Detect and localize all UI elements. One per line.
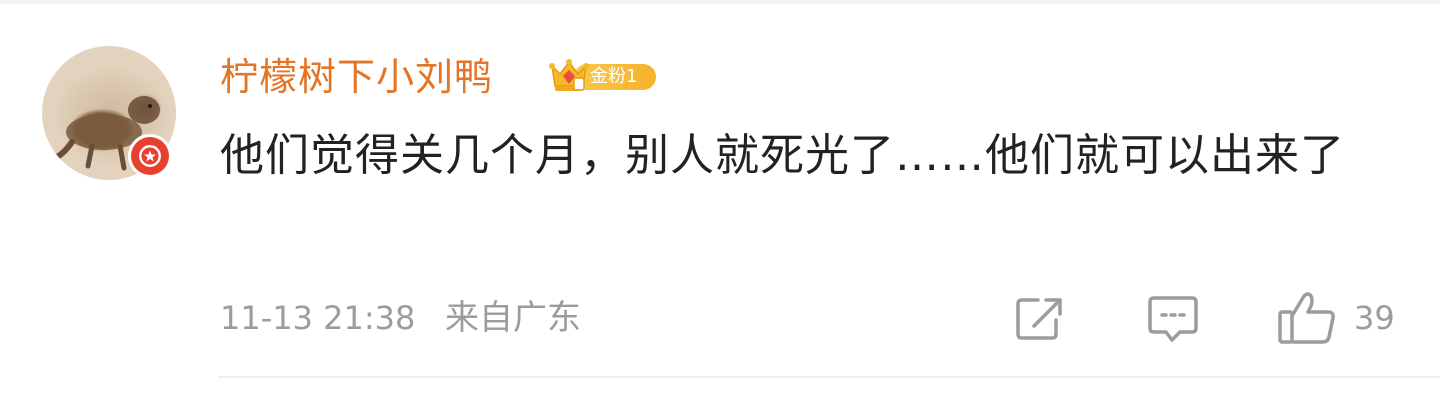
like-button[interactable] <box>1276 290 1340 346</box>
reply-button[interactable] <box>1146 294 1200 344</box>
fan-badge-label: 金粉1 <box>590 66 638 87</box>
comment-location: 来自广东 <box>445 298 581 338</box>
share-button[interactable] <box>1014 294 1066 342</box>
fan-level-badge[interactable]: 金粉1 <box>546 56 658 96</box>
thumbs-up-icon <box>1278 292 1335 344</box>
comment-item: 柠檬树下小刘鸭 金粉1 他们觉得关几个月，别人就死光了……他们就可以出来了 11… <box>0 0 1440 418</box>
comment-text: 他们觉得关几个月，别人就死光了……他们就可以出来了 <box>220 130 1345 181</box>
crown-icon <box>549 59 589 91</box>
comment-icon <box>1148 296 1198 342</box>
verified-badge <box>128 134 172 178</box>
share-icon <box>1016 298 1062 340</box>
username[interactable]: 柠檬树下小刘鸭 <box>220 52 493 102</box>
comment-divider <box>218 376 1440 378</box>
red-star-icon <box>131 137 169 175</box>
user-avatar[interactable] <box>42 46 176 180</box>
comment-timestamp: 11-13 21:38 <box>220 299 416 337</box>
like-count: 39 <box>1354 299 1395 337</box>
